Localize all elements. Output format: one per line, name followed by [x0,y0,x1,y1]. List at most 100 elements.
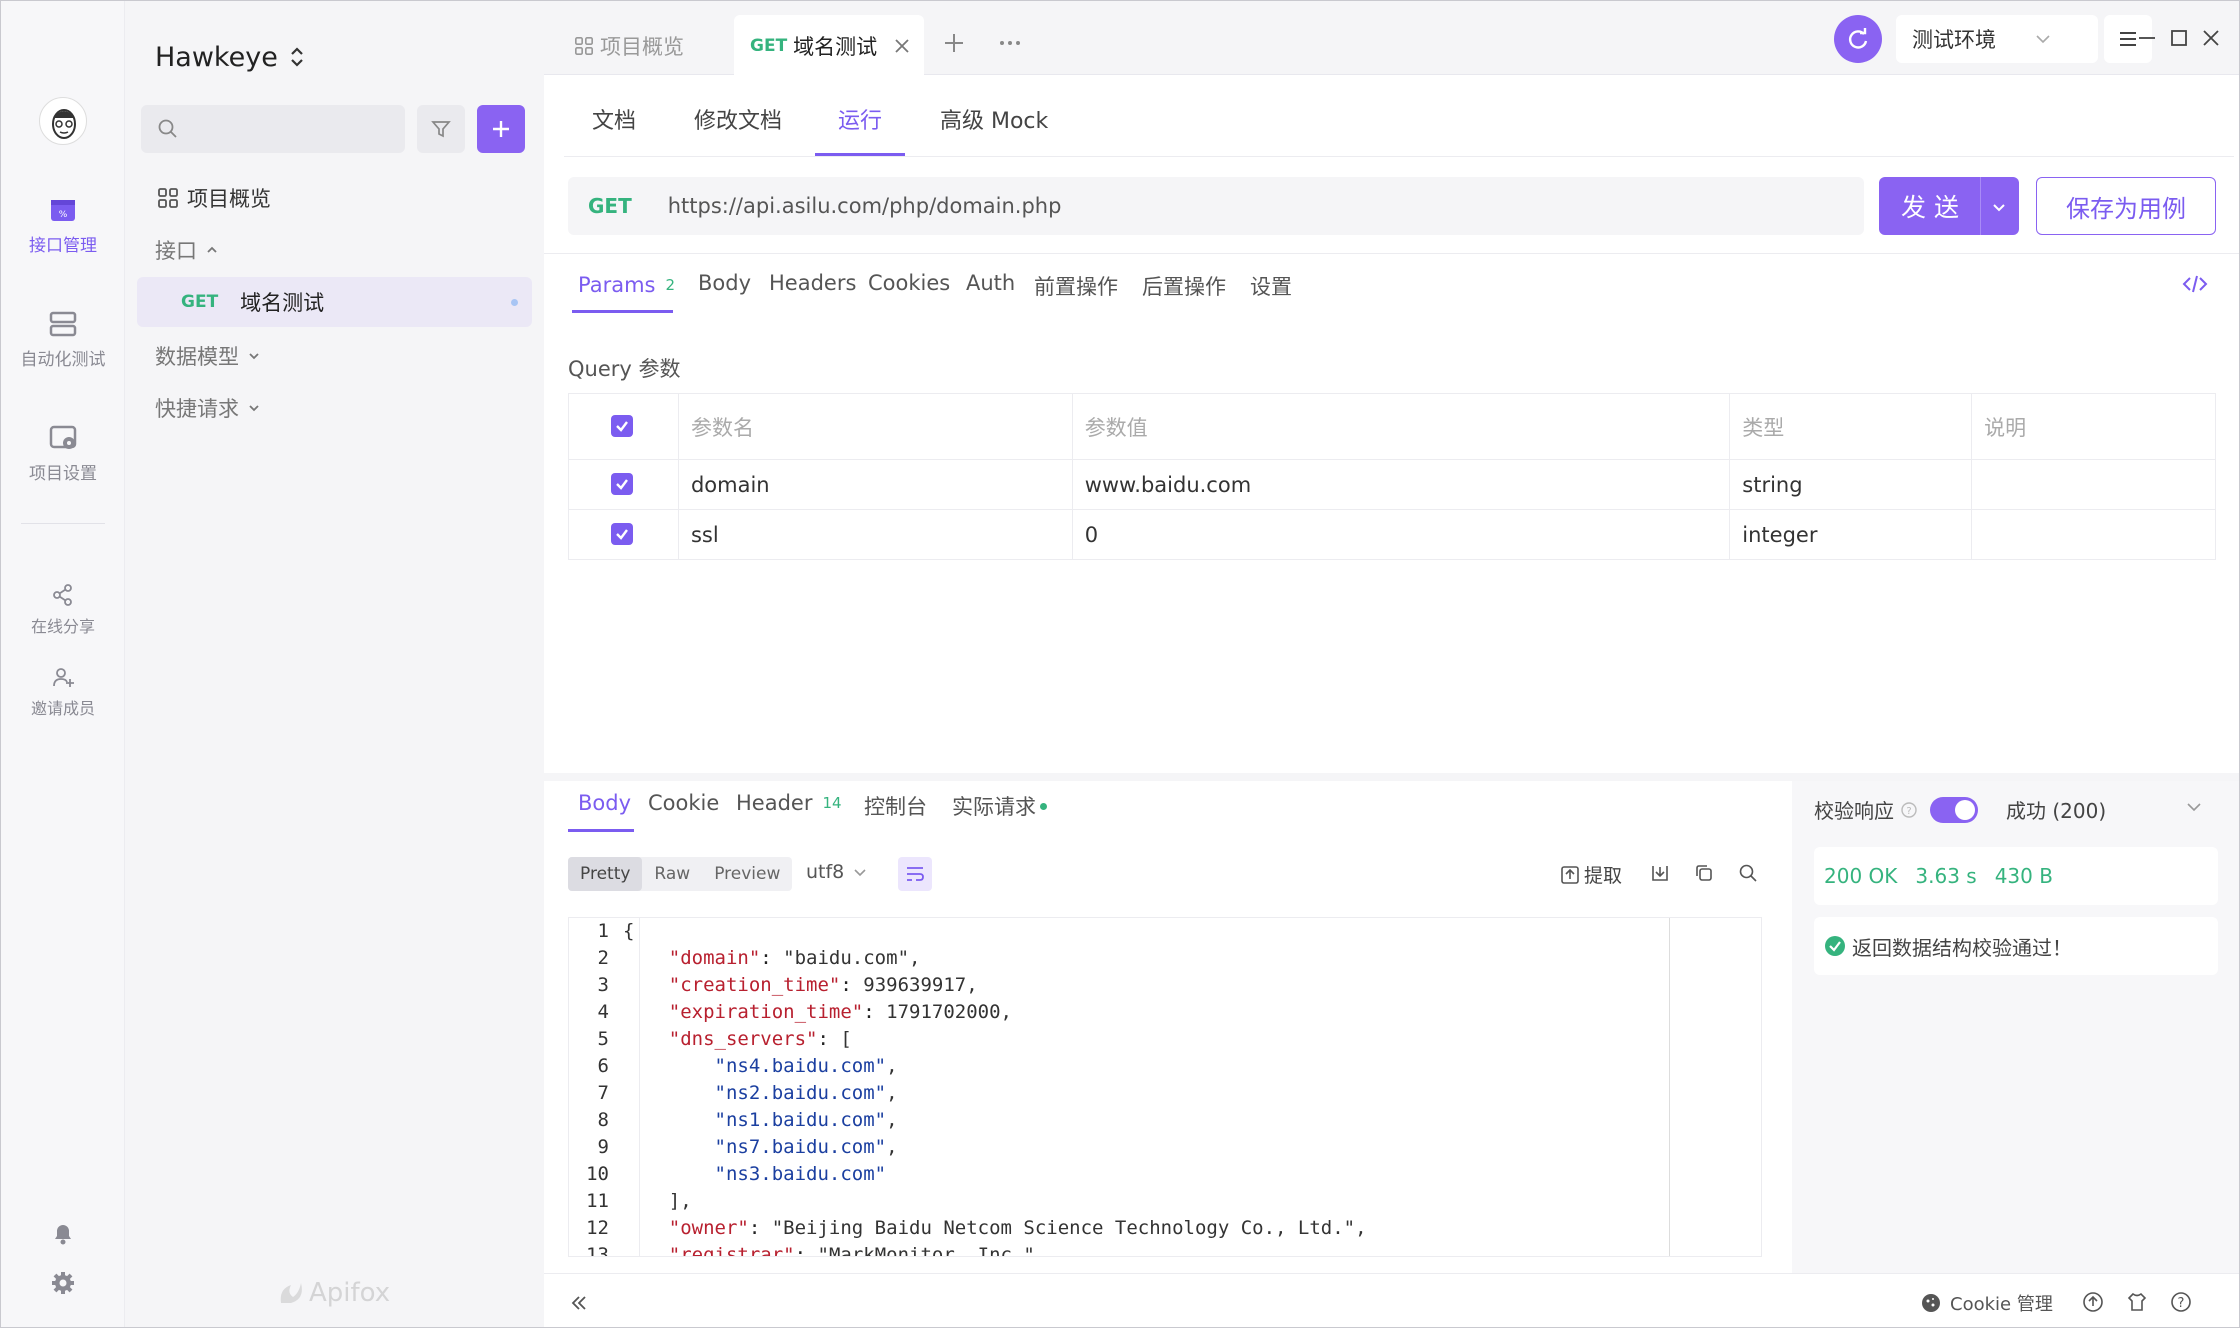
svg-text:?: ? [2178,1296,2185,1311]
tab-label: Header [736,791,813,815]
param-type-cell[interactable]: integer [1729,509,1973,560]
help-circle-icon[interactable]: ? [2170,1291,2192,1313]
split-handle[interactable] [544,773,2239,781]
search-icon[interactable] [1738,863,1758,883]
url-input[interactable]: https://api.asilu.com/php/domain.php [668,194,1062,218]
line-number: 4 [597,1001,609,1023]
filter-button[interactable] [417,105,465,153]
code-viewer[interactable]: 1{2 "domain": "baidu.com", 3 "creation_ti… [568,917,1762,1257]
wrap-toggle[interactable] [898,857,932,891]
param-desc-cell[interactable] [1971,509,2216,560]
main-panel: 项目概览 GET 域名测试 测试环境 文档 修改文档 运行 高级 Mock GE… [544,1,2239,1327]
wrap-lines-icon [907,867,924,881]
tab-body[interactable]: Body [698,271,751,295]
rail-item-api-manage[interactable]: % 接口管理 [1,195,125,256]
project-settings-icon [49,425,77,449]
resp-tab-body[interactable]: Body [578,791,631,815]
add-button[interactable] [477,105,525,153]
tab-params[interactable]: Params 2 [578,271,675,299]
upload-icon[interactable] [2082,1291,2104,1313]
sidebar-group-quick-request[interactable]: 快捷请求 [155,393,261,423]
download-icon[interactable] [1650,863,1670,883]
gear-icon[interactable] [49,1269,77,1297]
sidebar-item-overview[interactable]: 项目概览 [157,183,271,213]
sidebar-endpoint-domain-test[interactable]: GET 域名测试 [137,277,532,327]
close-icon[interactable] [893,37,911,55]
tab-domain-test[interactable]: GET 域名测试 [734,15,924,76]
project-switcher[interactable]: Hawkeye [155,39,306,75]
copy-icon[interactable] [1694,863,1714,883]
tab-overview[interactable]: 项目概览 [574,29,684,63]
method-select[interactable]: GET [588,194,632,218]
tab-pre-ops[interactable]: 前置操作 [1034,271,1118,301]
rail-item-automation[interactable]: 自动化测试 [1,309,125,370]
response-stats: 200 OK 3.63 s 430 B [1814,847,2218,905]
view-pretty[interactable]: Pretty [568,857,643,891]
validate-toggle[interactable] [1930,796,1978,823]
scrollbar[interactable] [1669,918,1683,1256]
param-type-cell[interactable]: string [1729,459,1973,510]
param-name-cell[interactable]: domain [677,459,1073,510]
param-value-cell[interactable]: 0 [1071,509,1731,560]
code-line: 13 "registrar": "MarkMonitor, Inc.", [569,1242,1367,1256]
param-desc-cell[interactable] [1971,459,2216,510]
tab-headers[interactable]: Headers [769,271,856,295]
code-line: 2 "domain": "baidu.com", [569,945,1367,972]
more-icon[interactable] [998,31,1022,55]
sidebar-group-data-models[interactable]: 数据模型 [155,341,261,371]
subtab-edit-doc[interactable]: 修改文档 [694,103,782,135]
cookie-manage-button[interactable]: Cookie 管理 [1920,1290,2053,1316]
sync-button[interactable] [1834,15,1882,63]
send-button[interactable]: 发 送 [1879,177,2019,235]
apifox-logo-icon [280,1283,302,1303]
view-raw[interactable]: Raw [642,864,702,884]
new-tab-icon[interactable] [942,31,966,55]
resp-tab-cookie[interactable]: Cookie [648,791,719,815]
rail-item-project-settings[interactable]: 项目设置 [1,423,125,484]
encoding-label: utf8 [806,861,845,883]
window-close-icon[interactable] [2200,27,2222,49]
chevron-down-icon[interactable] [2184,797,2204,817]
param-name-cell[interactable]: ssl [677,509,1073,560]
param-value-cell[interactable]: www.baidu.com [1071,459,1731,510]
chevron-down-icon[interactable] [1990,198,2008,216]
code-icon[interactable] [2182,273,2208,295]
subtab-run[interactable]: 运行 [838,103,882,135]
bell-icon[interactable] [49,1219,77,1247]
tab-settings[interactable]: 设置 [1250,271,1292,301]
save-as-case-button[interactable]: 保存为用例 [2036,177,2216,235]
select-all-checkbox[interactable] [611,414,633,437]
code-line: 7 "ns2.baidu.com", [569,1080,1367,1107]
help-icon[interactable]: ? [1900,801,1918,819]
subtab-mock[interactable]: 高级 Mock [940,103,1048,135]
row-checkbox[interactable] [611,522,633,545]
response-panel: Body Cookie Header 14 控制台 实际请求 Pretty Ra… [544,781,1792,1273]
collapse-left-icon[interactable] [570,1294,588,1312]
sidebar-group-interfaces[interactable]: 接口 [155,235,219,265]
subtab-doc[interactable]: 文档 [592,103,636,135]
maximize-icon[interactable] [2168,27,2190,49]
validation-result-select[interactable]: 成功 (200) [2006,795,2106,824]
minimize-icon[interactable] [2136,27,2158,49]
encoding-select[interactable]: utf8 [806,861,868,883]
view-mode-segment: Pretty Raw Preview [568,857,793,891]
row-checkbox[interactable] [611,472,633,495]
search-input[interactable] [141,105,405,153]
tab-auth[interactable]: Auth [966,271,1015,295]
view-preview[interactable]: Preview [702,864,792,884]
tab-cookies[interactable]: Cookies [868,271,950,295]
resp-tab-console[interactable]: 控制台 [864,791,927,821]
brand-logo: Apifox [277,1277,390,1309]
code-text: "owner": "Beijing Baidu Netcom Science T… [668,1217,1367,1239]
rail-label: 邀请成员 [30,699,95,718]
resp-tab-actual-request[interactable]: 实际请求 [952,791,1047,821]
code-line: 12 "owner": "Beijing Baidu Netcom Scienc… [569,1215,1367,1242]
shirt-icon[interactable] [2126,1291,2148,1313]
rail-item-invite[interactable]: 邀请成员 [1,665,125,719]
avatar[interactable] [39,97,87,145]
tab-post-ops[interactable]: 后置操作 [1142,271,1226,301]
resp-tab-header[interactable]: Header 14 [736,791,842,815]
env-selector[interactable]: 测试环境 [1896,15,2098,63]
rail-item-share[interactable]: 在线分享 [1,583,125,637]
extract-button[interactable]: 提取 [1560,861,1622,888]
